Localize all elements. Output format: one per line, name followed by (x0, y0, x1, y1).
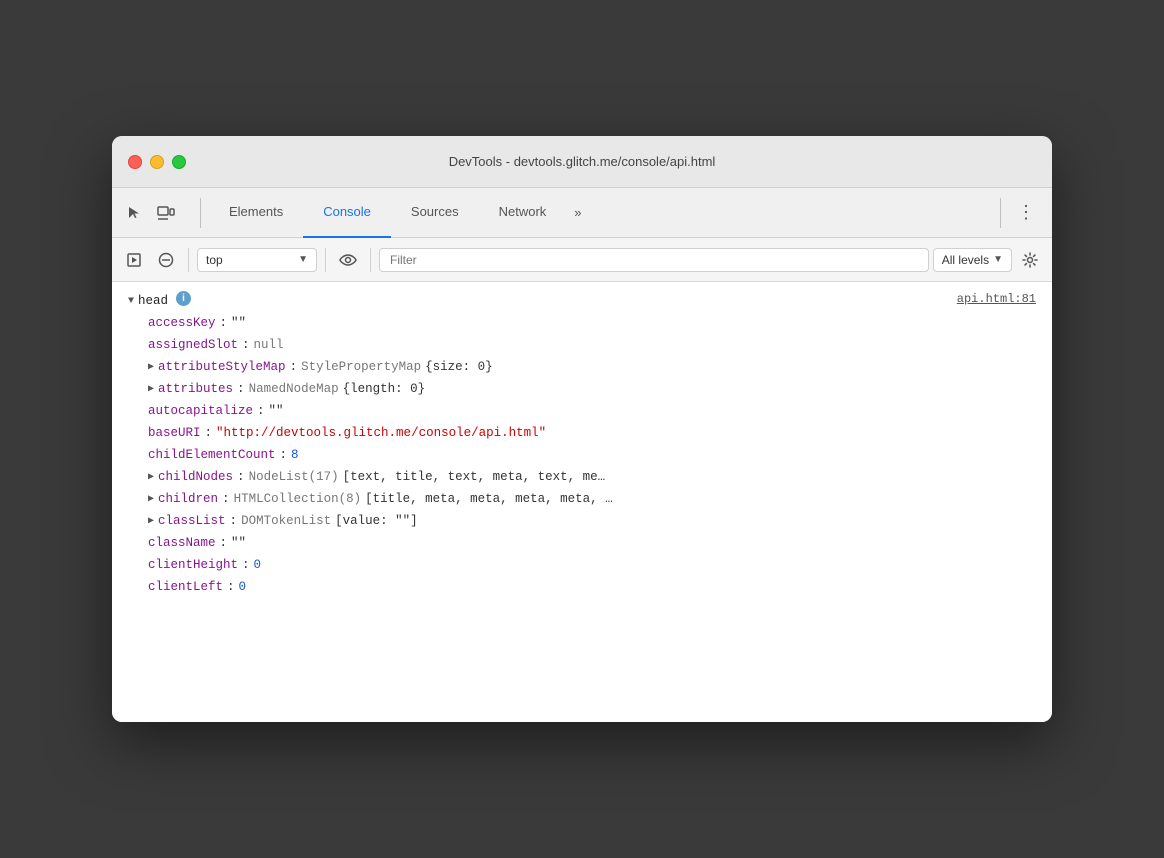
traffic-lights (128, 155, 186, 169)
tab-sources[interactable]: Sources (391, 188, 479, 238)
console-entry: api.html:81 ▼ head i accessKey : "" assi… (128, 290, 1036, 598)
minimize-button[interactable] (150, 155, 164, 169)
levels-selector[interactable]: All levels ▼ (933, 248, 1012, 272)
head-line: ▼ head i (128, 290, 957, 312)
levels-text: All levels (942, 253, 989, 267)
prop-key: childNodes (158, 467, 233, 487)
eye-icon[interactable] (334, 246, 362, 274)
prop-key: childElementCount (148, 445, 276, 465)
tab-console[interactable]: Console (303, 188, 391, 238)
head-label: head (138, 291, 168, 311)
prop-key: clientLeft (148, 577, 223, 597)
expand-icon[interactable]: ▶ (148, 360, 154, 376)
more-options-icon[interactable]: ⋮ (1009, 198, 1044, 227)
tab-bar: Elements Console Sources Network » ⋮ (112, 188, 1052, 238)
prop-key: className (148, 533, 216, 553)
inspect-icon[interactable] (120, 199, 148, 227)
context-arrow-icon: ▼ (298, 254, 308, 265)
tab-elements[interactable]: Elements (209, 188, 303, 238)
prop-attributestylemap: ▶ attributeStyleMap : StylePropertyMap {… (128, 356, 1036, 378)
filter-input[interactable] (379, 248, 929, 272)
clear-icon[interactable] (152, 246, 180, 274)
expand-icon[interactable]: ▶ (148, 470, 154, 486)
prop-key: accessKey (148, 313, 216, 333)
context-selector[interactable]: top ▼ (197, 248, 317, 272)
toolbar-divider-2 (325, 248, 326, 272)
levels-arrow-icon: ▼ (993, 254, 1003, 265)
run-icon[interactable] (120, 246, 148, 274)
context-text: top (206, 253, 294, 267)
title-bar: DevTools - devtools.glitch.me/console/ap… (112, 136, 1052, 188)
tab-more[interactable]: » (566, 199, 589, 226)
prop-key: children (158, 489, 218, 509)
right-divider (1000, 198, 1001, 228)
prop-key: clientHeight (148, 555, 238, 575)
prop-clientheight: clientHeight : 0 (128, 554, 1036, 576)
expand-icon[interactable]: ▶ (148, 514, 154, 530)
toolbar-divider-3 (370, 248, 371, 272)
prop-attributes: ▶ attributes : NamedNodeMap {length: 0} (128, 378, 1036, 400)
prop-key: attributeStyleMap (158, 357, 286, 377)
source-link[interactable]: api.html:81 (957, 290, 1036, 309)
prop-key: assignedSlot (148, 335, 238, 355)
prop-key: attributes (158, 379, 233, 399)
close-button[interactable] (128, 155, 142, 169)
prop-assignedslot: assignedSlot : null (128, 334, 1036, 356)
prop-key: classList (158, 511, 226, 531)
prop-accesskey: accessKey : "" (128, 312, 1036, 334)
console-toolbar: top ▼ All levels ▼ (112, 238, 1052, 282)
prop-childnodes: ▶ childNodes : NodeList(17) [text, title… (128, 466, 1036, 488)
prop-childelementcount: childElementCount : 8 (128, 444, 1036, 466)
prop-baseuri: baseURI : "http://devtools.glitch.me/con… (128, 422, 1036, 444)
tab-divider (200, 198, 201, 228)
device-icon[interactable] (152, 199, 180, 227)
tab-bar-icons (120, 199, 180, 227)
prop-classlist: ▶ classList : DOMTokenList [value: ""] (128, 510, 1036, 532)
devtools-window: DevTools - devtools.glitch.me/console/ap… (112, 136, 1052, 722)
prop-clientleft: clientLeft : 0 (128, 576, 1036, 598)
prop-key: baseURI (148, 423, 201, 443)
expand-icon[interactable]: ▶ (148, 382, 154, 398)
prop-classname: className : "" (128, 532, 1036, 554)
prop-children: ▶ children : HTMLCollection(8) [title, m… (128, 488, 1036, 510)
prop-autocapitalize: autocapitalize : "" (128, 400, 1036, 422)
info-badge[interactable]: i (176, 291, 191, 306)
prop-key: autocapitalize (148, 401, 253, 421)
tab-network[interactable]: Network (479, 188, 567, 238)
tab-bar-right: ⋮ (992, 198, 1044, 228)
window-title: DevTools - devtools.glitch.me/console/ap… (449, 154, 716, 169)
maximize-button[interactable] (172, 155, 186, 169)
console-content: api.html:81 ▼ head i accessKey : "" assi… (112, 282, 1052, 722)
expand-icon[interactable]: ▶ (148, 492, 154, 508)
expand-head-icon[interactable]: ▼ (128, 294, 134, 310)
tabs: Elements Console Sources Network » (209, 188, 992, 238)
toolbar-divider-1 (188, 248, 189, 272)
settings-icon[interactable] (1016, 246, 1044, 274)
